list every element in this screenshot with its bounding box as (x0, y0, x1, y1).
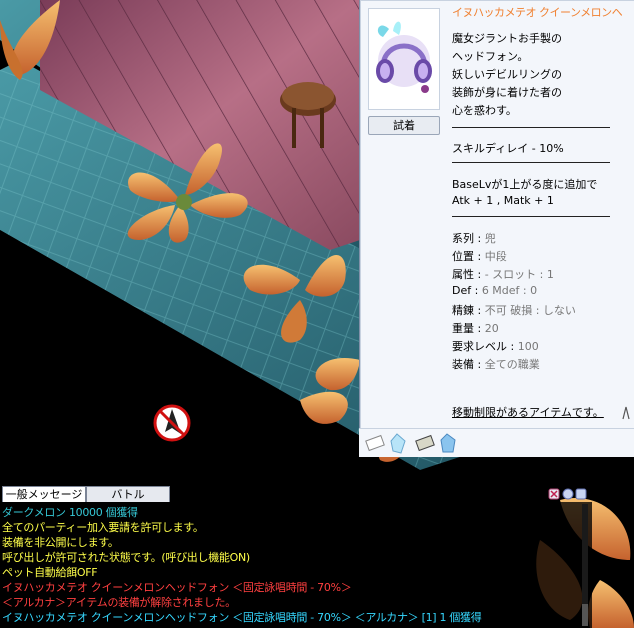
item-description-window: 試着 イヌハッカメテオ クイーンメロンヘ 魔女ジラントお手製の ヘッドフォン。 … (359, 0, 634, 457)
chat-line: イヌハッカメテオ クイーンメロンヘッドフォン ＜固定詠唱時間 - 70%＞ ＜ア… (2, 611, 482, 624)
try-on-button[interactable]: 試着 (368, 116, 440, 135)
stat-row: 位置 : 中段 (452, 250, 507, 263)
chat-line: ペット自動給餌OFF (2, 566, 98, 579)
settings-icon[interactable] (562, 488, 574, 500)
tab-general-messages[interactable]: 一般メッセージ (2, 486, 86, 502)
chat-line: 装備を非公開にします。 (2, 536, 119, 549)
item-description-line: 魔女ジラントお手製の (452, 32, 562, 45)
resize-icon[interactable] (575, 488, 587, 500)
stat-row: Def : 6 Mdef : 0 (452, 284, 538, 297)
divider (452, 162, 610, 163)
item-description-line: 心を惑わす。 (452, 104, 517, 117)
chat-tab-bar: 一般メッセージ バトル (0, 486, 590, 502)
crystal-slot-icon[interactable] (390, 433, 406, 454)
chat-window-controls (548, 488, 587, 500)
chat-line: ＜アルカナ＞アイテムの装備が解除されました。 (2, 596, 236, 609)
headphone-icon (376, 21, 432, 93)
card-slot-bar (359, 428, 634, 457)
movement-restriction-link[interactable]: 移動制限があるアイテムです。 (452, 404, 604, 420)
tab-battle[interactable]: バトル (86, 486, 170, 502)
scroll-handle-icon[interactable] (622, 404, 630, 420)
divider (452, 127, 610, 128)
chat-line: 呼び出しが許可された状態です。(呼び出し機能ON) (2, 551, 250, 564)
bonus-line: BaseLvが1上がる度に追加で (452, 178, 598, 191)
chat-log: ダークメロン 10000 個獲得 全てのパーティー加入要請を許可します。 装備を… (0, 502, 592, 628)
card-slot-icon[interactable] (415, 434, 435, 452)
stat-row: 精錬 : 不可 破損 : しない (452, 304, 576, 317)
close-icon[interactable] (548, 488, 560, 500)
bonus-line: Atk + 1 , Matk + 1 (452, 194, 554, 207)
stat-row: 系列 : 兜 (452, 232, 496, 245)
item-title: イヌハッカメテオ クイーンメロンヘ (452, 6, 623, 19)
stat-row: 装備 : 全ての職業 (452, 358, 540, 371)
skill-delay-text: スキルディレイ - 10% (452, 142, 564, 155)
item-image (368, 8, 440, 110)
chat-line: 全てのパーティー加入要請を許可します。 (2, 521, 204, 534)
chat-line: ダークメロン 10000 個獲得 (2, 506, 138, 519)
stat-row: 重量 : 20 (452, 322, 499, 335)
chat-scrollbar[interactable] (580, 504, 590, 626)
divider (452, 216, 610, 217)
card-slot-icon[interactable] (365, 434, 385, 452)
stat-row: 属性 : - スロット : 1 (452, 268, 554, 281)
crystal-slot-icon[interactable] (440, 433, 456, 453)
no-entry-cursor-icon (153, 404, 191, 442)
item-description-line: 装飾が身に着けた者の (452, 86, 562, 99)
item-description-line: 妖しいデビルリングの (452, 68, 562, 81)
chat-line: イヌハッカメテオ クイーンメロンヘッドフォン ＜固定詠唱時間 - 70%＞ (2, 581, 352, 594)
item-description-line: ヘッドフォン。 (452, 50, 529, 63)
stat-row: 要求レベル : 100 (452, 340, 539, 353)
